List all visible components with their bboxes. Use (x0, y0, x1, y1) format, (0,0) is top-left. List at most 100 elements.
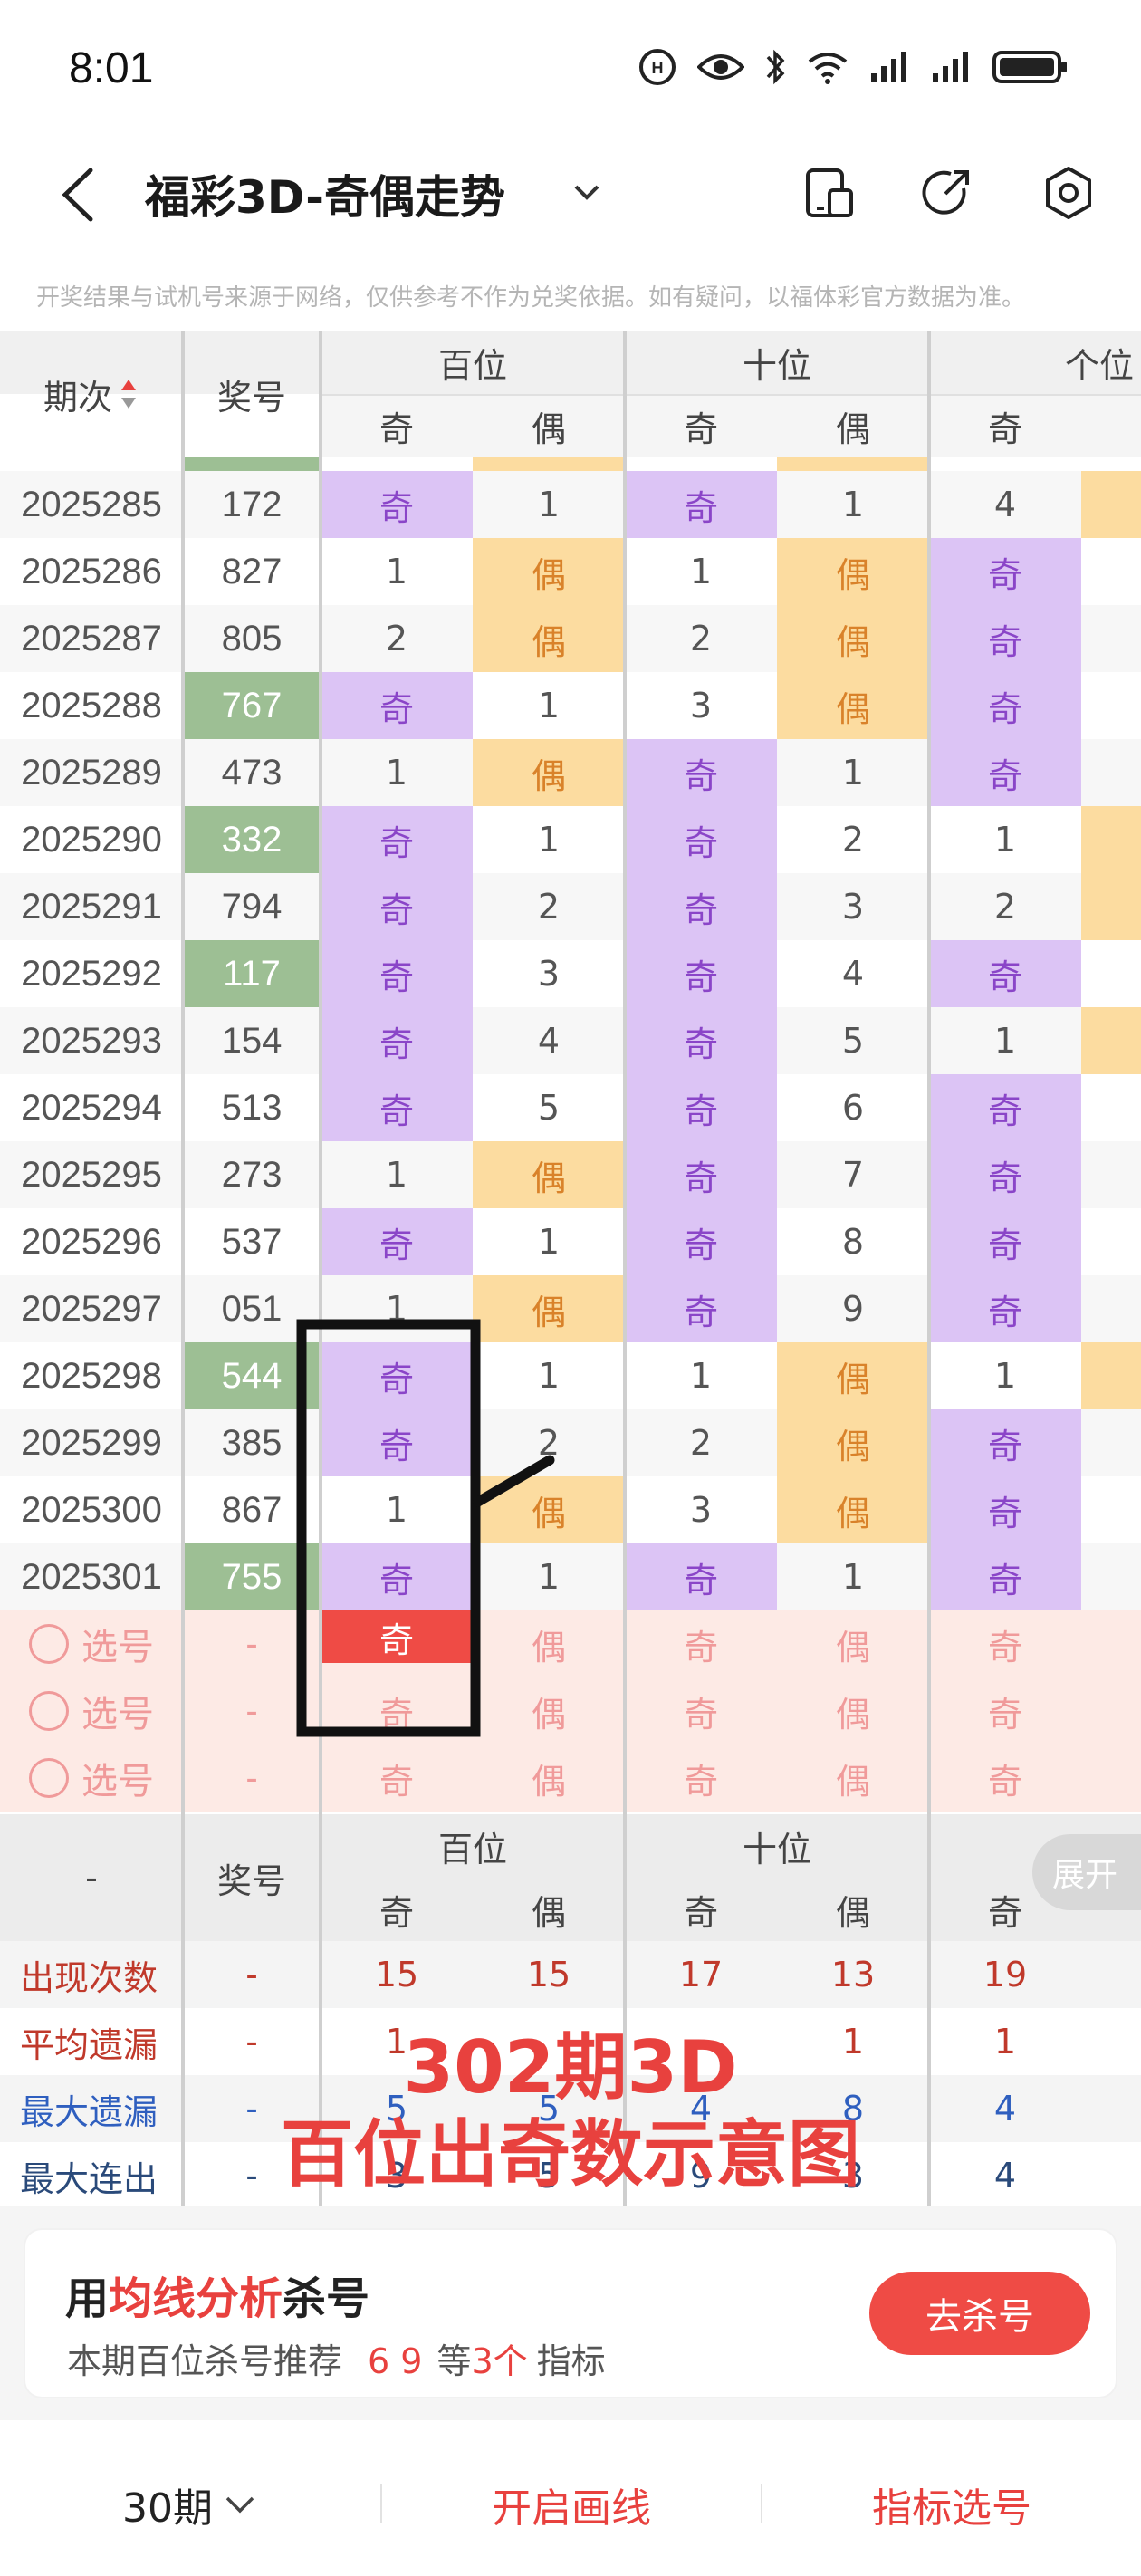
pick-tens-odd[interactable]: 奇 (625, 1677, 777, 1745)
back-button[interactable] (53, 163, 107, 226)
units-even-cell (1081, 940, 1141, 1007)
promo-sub-count: 3个 (471, 2341, 528, 2381)
device-button[interactable] (797, 161, 860, 225)
sub-header-b-even: 偶 (531, 409, 566, 449)
stats-row: 出现次数 - 15 15 17 13 19 (0, 1941, 1141, 2008)
indicator-pick-button[interactable]: 指标选号 (762, 2446, 1141, 2563)
units-even-cell (1081, 1275, 1141, 1342)
units-even-cell (1081, 1476, 1141, 1543)
kill-number-button[interactable]: 去杀号 (869, 2272, 1090, 2355)
pick-select[interactable]: 选号 (0, 1677, 183, 1745)
pick-select[interactable]: 选号 (0, 1610, 183, 1677)
period-cell: 2025300 (21, 1489, 162, 1530)
promo-sub-mid: 等 (436, 2341, 472, 2381)
title-dropdown[interactable] (569, 174, 605, 210)
tens-odd-cell: 奇 (625, 1141, 777, 1208)
pick-hundreds-odd[interactable]: 奇 (321, 1610, 473, 1663)
hundreds-odd-cell: 奇 (321, 806, 473, 873)
period-cell: 2025291 (21, 886, 162, 927)
units-odd-cell: 奇 (929, 538, 1081, 605)
radio-circle-icon[interactable] (29, 1691, 69, 1731)
sub-header-b-odd: 奇 (379, 409, 414, 449)
page-title[interactable]: 福彩3D-奇偶走势 (145, 161, 505, 226)
pick-select[interactable]: 选号 (0, 1745, 183, 1812)
period-cell: 2025285 (21, 484, 162, 524)
hundreds-odd-cell: 1 (385, 753, 408, 793)
tens-odd-cell: 奇 (625, 1543, 777, 1610)
number-cell: 172 (221, 484, 283, 524)
settings-button[interactable] (1037, 161, 1100, 225)
hundreds-odd-cell: 奇 (321, 873, 473, 940)
pick-row: 选号 - 奇偶奇偶奇 (0, 1745, 1141, 1812)
units-odd-cell: 奇 (929, 1275, 1081, 1342)
tens-odd-cell: 3 (689, 686, 713, 726)
draw-line-button[interactable]: 开启画线 (382, 2446, 761, 2563)
pick-hundreds-odd[interactable]: 奇 (321, 1677, 473, 1745)
hundreds-odd-cell: 1 (385, 1155, 408, 1195)
periods-label: 30期 (122, 2485, 213, 2532)
table-row: 2025288 767 奇 1 3 偶奇 (0, 672, 1141, 739)
svg-text:H: H (652, 59, 664, 77)
tens-odd-cell: 2 (689, 1423, 713, 1463)
table-row: 2025294 513 奇 5 奇 6 奇 (0, 1074, 1141, 1141)
table-row: 2025291 794 奇 2 奇 3 2 (0, 873, 1141, 940)
units-odd-cell: 奇 (929, 1543, 1081, 1610)
radio-circle-icon[interactable] (29, 1624, 69, 1664)
sub-header-s-odd: 奇 (683, 409, 718, 449)
group-header-tens: 十位 (742, 345, 811, 386)
units-even-cell (1081, 1342, 1141, 1409)
units-even-cell (1081, 806, 1141, 873)
hundreds-even-cell: 1 (537, 1222, 561, 1262)
number-cell: 794 (221, 886, 283, 927)
pick-units-odd[interactable]: 奇 (929, 1677, 1081, 1745)
promo-card[interactable]: 用均线分析杀号 本期百位杀号推荐 6 9 等3个 指标 去杀号 (25, 2230, 1116, 2397)
pick-tens-even[interactable]: 偶 (777, 1610, 929, 1677)
pick-units-odd[interactable]: 奇 (929, 1745, 1081, 1812)
hundreds-even-cell: 2 (537, 887, 561, 927)
promo-sub-pre: 本期百位杀号推荐 (67, 2341, 343, 2381)
radio-circle-icon[interactable] (29, 1758, 69, 1798)
pick-hundreds-even[interactable]: 偶 (473, 1677, 625, 1745)
period-cell: 2025292 (21, 953, 162, 994)
pick-tens-odd[interactable]: 奇 (625, 1610, 777, 1677)
tens-even-cell: 1 (841, 753, 865, 793)
stats-number: - (245, 1954, 258, 1994)
expand-button[interactable]: 展开 (1032, 1834, 1141, 1910)
tens-odd-cell: 1 (689, 1356, 713, 1396)
pick-hundreds-even[interactable]: 偶 (473, 1745, 625, 1812)
status-bar: 8:01 H (0, 0, 1141, 136)
tens-even-cell: 偶 (777, 672, 929, 739)
pick-tens-even[interactable]: 偶 (777, 1745, 929, 1812)
periods-selector[interactable]: 30期 (0, 2446, 380, 2563)
promo-title-highlight: 均线分析 (109, 2273, 283, 2324)
hundreds-odd-cell: 2 (385, 619, 408, 658)
tens-even-cell: 4 (841, 954, 865, 994)
share-button[interactable] (915, 161, 978, 225)
period-cell: 2025287 (21, 618, 162, 658)
period-header[interactable]: 期次 (0, 331, 183, 457)
promo-sub-post: 指标 (536, 2341, 606, 2381)
number-header: 奖号 (216, 377, 286, 418)
period-cell: 2025294 (21, 1087, 162, 1128)
promo-title: 用均线分析杀号 (65, 2263, 369, 2326)
hundreds-even-cell: 3 (537, 954, 561, 994)
units-odd-cell: 奇 (929, 672, 1081, 739)
tens-even-cell: 5 (841, 1021, 865, 1061)
bottom-bar: 30期 开启画线 指标选号 (0, 2446, 1141, 2576)
units-odd-cell: 4 (993, 485, 1017, 524)
table-row: 2025285 172 奇 1 奇 1 4 (0, 471, 1141, 538)
period-cell: 2025296 (21, 1221, 162, 1262)
stats-value: 15 (526, 1955, 571, 1994)
pick-hundreds-odd[interactable]: 奇 (321, 1745, 473, 1812)
hundreds-odd-cell: 奇 (321, 1208, 473, 1275)
pick-hundreds-even[interactable]: 偶 (473, 1610, 625, 1677)
number-cell: 827 (221, 551, 283, 591)
table-header-row-1: 期次 奖号 百位 十位 个位 (0, 331, 1141, 418)
pick-tens-even[interactable]: 偶 (777, 1677, 929, 1745)
pick-units-odd[interactable]: 奇 (929, 1610, 1081, 1677)
pick-tens-odd[interactable]: 奇 (625, 1745, 777, 1812)
pick-number: - (245, 1690, 258, 1731)
number-cell: 755 (183, 1543, 321, 1610)
status-icons: H (638, 47, 1069, 91)
units-even-cell (1081, 1141, 1141, 1208)
